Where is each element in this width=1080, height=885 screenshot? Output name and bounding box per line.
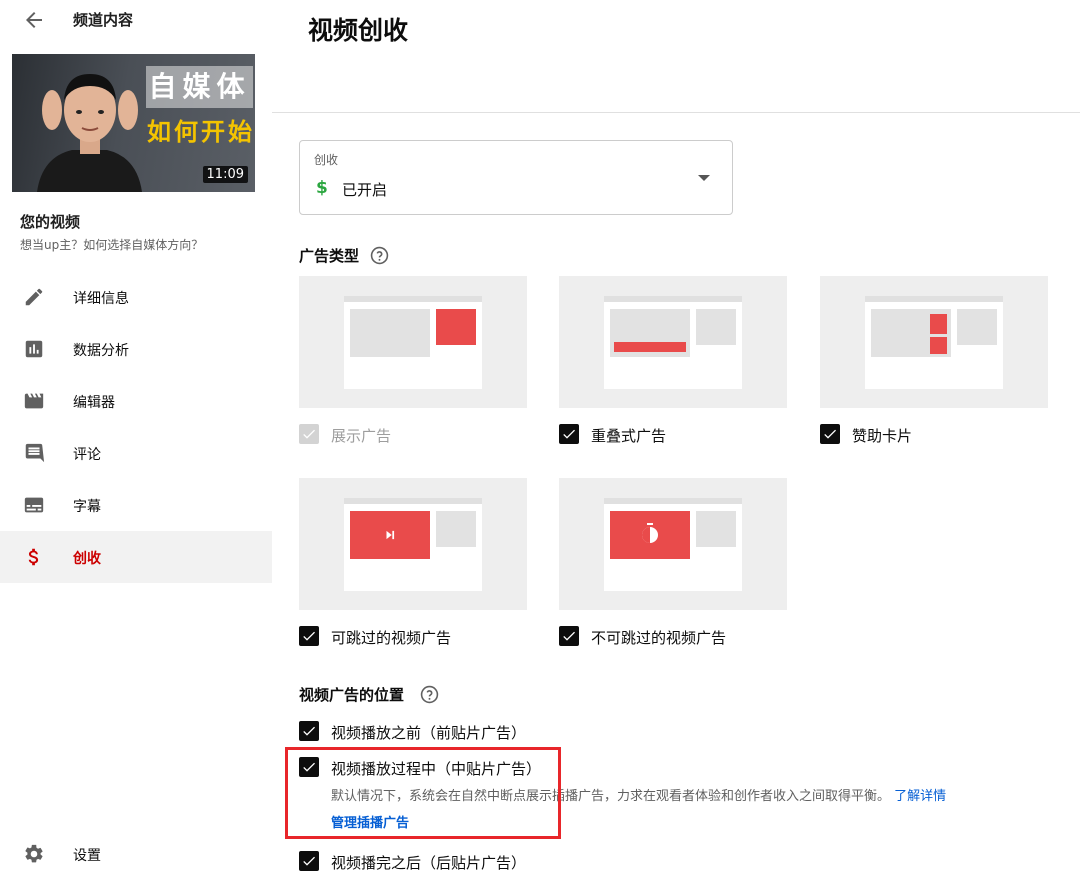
sidebar-title: 频道内容 <box>73 11 134 29</box>
checkbox-checked-icon <box>299 626 319 646</box>
dollar-icon: $ <box>316 178 328 198</box>
learn-more-link[interactable]: 了解详情 <box>894 789 946 804</box>
screen-illustration <box>865 296 1003 389</box>
checkbox-checked-icon <box>820 424 840 444</box>
sidebar-item-subtitles[interactable]: 字幕 <box>0 479 272 531</box>
option-label: 不可跳过的视频广告 <box>591 629 727 647</box>
skippable-video-ad-illustration <box>299 478 527 610</box>
sidebar-item-editor[interactable]: 编辑器 <box>0 375 272 427</box>
display-ad-illustration <box>299 276 527 408</box>
screen-illustration <box>604 498 742 591</box>
thumbnail-overlay-text-2: 如何开始 <box>147 118 255 146</box>
sidebar-item-label: 数据分析 <box>73 343 129 359</box>
sidebar-item-analytics[interactable]: 数据分析 <box>0 323 272 375</box>
comment-icon <box>25 443 45 463</box>
option-label: 重叠式广告 <box>591 427 667 445</box>
option-label: 展示广告 <box>331 427 392 445</box>
sidebar-item-label: 评论 <box>73 447 101 463</box>
option-label: 视频播放之前（前贴片广告） <box>331 724 527 742</box>
video-thumbnail[interactable]: 自媒体 如何开始 11:09 <box>12 54 255 192</box>
skip-icon <box>386 530 395 540</box>
sidebar-item-label: 创收 <box>73 551 101 567</box>
checkbox-checked-icon <box>299 721 319 741</box>
video-title: 想当up主？如何选择自媒体方向？ <box>20 238 204 252</box>
arrow-back-icon[interactable] <box>22 8 46 32</box>
dropdown-arrow-icon <box>698 175 710 181</box>
sidebar-nav: 详细信息 数据分析 编辑器 评论 字幕 创收 <box>0 271 272 583</box>
sidebar-item-details[interactable]: 详细信息 <box>0 271 272 323</box>
checkbox-checked-icon <box>559 424 579 444</box>
screen-illustration <box>344 498 482 591</box>
app-root: 频道内容 自媒体 如何开始 11:09 您的视频 想当up主？如何选择自媒体方向… <box>0 0 1080 885</box>
dollar-icon <box>28 548 39 566</box>
sidebar-item-label: 设置 <box>73 848 101 864</box>
thumbnail-person-image <box>37 74 142 192</box>
page-title: 视频创收 <box>308 16 409 45</box>
clapperboard-icon <box>24 393 44 409</box>
sidebar-item-label: 详细信息 <box>73 291 129 307</box>
option-label: 视频播完之后（后贴片广告） <box>331 854 527 872</box>
ad-positions-heading: 视频广告的位置 <box>299 686 405 704</box>
sidebar: 频道内容 自媒体 如何开始 11:09 您的视频 想当up主？如何选择自媒体方向… <box>0 0 272 885</box>
help-icon[interactable] <box>370 246 389 265</box>
gear-icon <box>25 844 43 863</box>
thumbnail-overlay-text-1: 自媒体 <box>146 66 253 108</box>
option-label: 赞助卡片 <box>852 427 913 445</box>
select-label: 创收 <box>314 153 339 167</box>
analytics-icon <box>25 340 43 358</box>
overlay-ad-illustration <box>559 276 787 408</box>
monetization-select[interactable]: 创收 $ 已开启 <box>299 140 733 215</box>
highlight-annotation-box <box>285 747 561 839</box>
select-value: 已开启 <box>342 181 388 199</box>
sidebar-item-label: 编辑器 <box>73 395 115 411</box>
non-skippable-video-ad-illustration <box>559 478 787 610</box>
checkbox-checked-icon <box>299 424 319 444</box>
your-video-heading: 您的视频 <box>20 213 81 231</box>
checkbox-checked-icon <box>299 851 319 871</box>
subtitles-icon <box>24 497 44 513</box>
screen-illustration <box>344 296 482 389</box>
sponsored-card-illustration <box>820 276 1048 408</box>
pencil-icon <box>25 288 43 306</box>
sidebar-header: 频道内容 <box>0 0 272 40</box>
sidebar-item-comments[interactable]: 评论 <box>0 427 272 479</box>
checkbox-checked-icon <box>559 626 579 646</box>
sidebar-item-label: 字幕 <box>73 499 101 515</box>
stopwatch-icon <box>642 523 658 543</box>
screen-illustration <box>604 296 742 389</box>
option-label: 可跳过的视频广告 <box>331 629 452 647</box>
ad-types-heading: 广告类型 <box>299 247 360 265</box>
header-divider <box>272 112 1080 113</box>
help-icon[interactable] <box>420 685 439 704</box>
sidebar-item-settings[interactable]: 设置 <box>0 828 272 880</box>
video-duration: 11:09 <box>202 166 248 183</box>
sidebar-item-monetization[interactable]: 创收 <box>0 531 272 583</box>
